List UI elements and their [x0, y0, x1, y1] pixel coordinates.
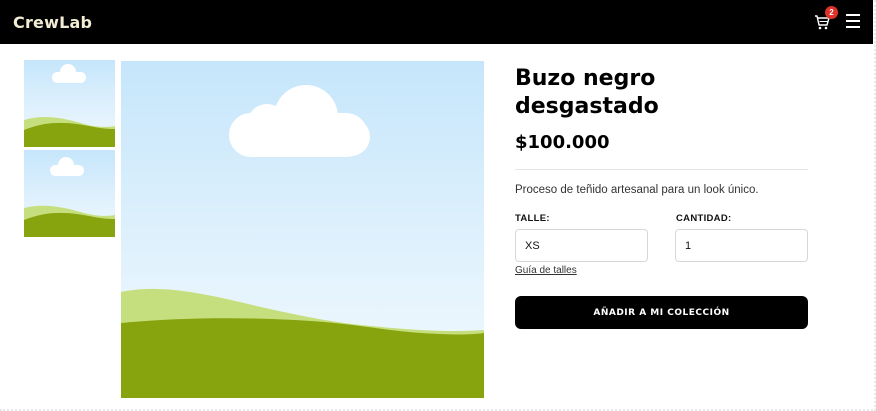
cart-button[interactable]: 2 — [814, 6, 838, 32]
product-thumbnail-1[interactable] — [24, 60, 115, 147]
quantity-label: CANTIDAD: — [676, 213, 732, 224]
brand-logo[interactable]: CrewLab — [13, 13, 92, 32]
quantity-field[interactable] — [675, 229, 808, 262]
size-field[interactable] — [515, 229, 648, 262]
landscape-image — [24, 150, 115, 237]
product-thumbnail-2[interactable] — [24, 150, 115, 237]
size-label: TALLE: — [515, 213, 550, 224]
product-main-image — [121, 61, 484, 398]
hamburger-menu-icon[interactable] — [846, 14, 860, 30]
landscape-image — [24, 60, 115, 147]
product-description: Proceso de teñido artesanal para un look… — [515, 184, 759, 196]
landscape-image — [121, 61, 484, 398]
cart-count-badge: 2 — [825, 6, 838, 19]
divider — [515, 169, 808, 170]
add-to-collection-button[interactable]: AÑADIR A MI COLECCIÓN — [515, 296, 808, 329]
product-price: $100.000 — [515, 132, 610, 153]
product-title: Buzo negro desgastado — [515, 66, 659, 119]
top-navigation-bar: CrewLab 2 — [0, 0, 873, 44]
size-guide-link[interactable]: Guía de talles — [515, 265, 577, 276]
